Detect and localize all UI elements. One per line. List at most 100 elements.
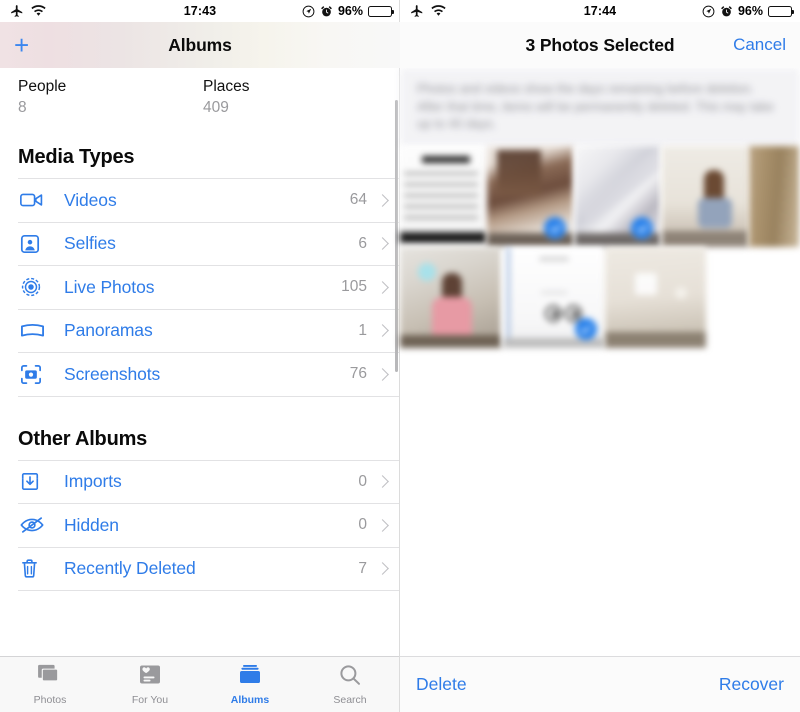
tab-label-photos: Photos: [33, 693, 67, 706]
photo-grid-row: [400, 146, 800, 247]
deletion-notice-banner: Photos and videos show the days remainin…: [400, 68, 800, 146]
status-bar-right: 17:44 96%: [400, 0, 800, 22]
album-count-hidden: 0: [358, 516, 367, 534]
recently-deleted-content: Photos and videos show the days remainin…: [400, 68, 800, 712]
album-label-hidden: Hidden: [64, 514, 119, 535]
album-row-videos[interactable]: Videos 64: [18, 179, 400, 223]
eye-slash-icon: [18, 516, 64, 534]
album-label-screenshots: Screenshots: [64, 363, 161, 384]
chevron-right-icon: [376, 280, 389, 294]
album-row-screenshots[interactable]: Screenshots 76: [18, 353, 400, 397]
dual-screenshot-container: 17:43 96% + Albums People 8 Places 409 M…: [0, 0, 800, 712]
stat-places[interactable]: Places 409: [185, 76, 250, 119]
photo-thumb-hallway-interior[interactable]: [487, 146, 574, 247]
stat-places-label: Places: [203, 78, 250, 95]
album-row-selfies[interactable]: Selfies 6: [18, 223, 400, 266]
album-label-recently-deleted: Recently Deleted: [64, 558, 196, 579]
battery-percent-label: 96%: [337, 4, 363, 18]
tab-label-for-you: For You: [131, 693, 169, 706]
albums-scroll-area[interactable]: People 8 Places 409 Media Types Videos 6…: [0, 68, 400, 712]
photo-thumb-white-fabric-closeup[interactable]: [574, 146, 661, 247]
chevron-right-icon: [376, 475, 389, 489]
stat-people-count: 8: [18, 99, 27, 116]
navbar-background: [0, 22, 400, 68]
photo-thumb-woman-pink-jacket[interactable]: [400, 247, 501, 348]
album-row-panoramas[interactable]: Panoramas 1: [18, 310, 400, 353]
albums-screen: 17:43 96% + Albums People 8 Places 409 M…: [0, 0, 400, 712]
album-label-selfies: Selfies: [64, 233, 116, 254]
battery-full-icon: [368, 5, 394, 17]
albums-folder-icon: [238, 664, 262, 691]
chevron-right-icon: [376, 324, 389, 338]
album-row-imports[interactable]: Imports 0: [18, 461, 400, 504]
add-album-button[interactable]: +: [14, 32, 29, 58]
album-label-imports: Imports: [64, 471, 122, 492]
deletion-notice-text: Photos and videos show the days remainin…: [417, 82, 774, 131]
tab-label-search: Search: [333, 693, 367, 706]
import-tray-icon: [18, 471, 64, 492]
photo-thumb-document-screenshot[interactable]: [400, 146, 486, 247]
chevron-right-icon: [376, 193, 389, 207]
live-photo-icon: [18, 276, 64, 298]
status-bar-right-icons: 96%: [302, 4, 394, 18]
photo-thumb-dried-grass-partial[interactable]: [749, 146, 799, 247]
media-types-list: Videos 64 Selfies 6 Live Photos 105 Pano…: [18, 178, 400, 397]
album-row-recently-deleted[interactable]: Recently Deleted 7: [18, 548, 400, 591]
selfie-portrait-icon: [18, 234, 64, 254]
vertical-scrollbar[interactable]: [395, 100, 398, 372]
status-bar-left: 17:43 96%: [0, 0, 400, 22]
album-count-imports: 0: [358, 472, 367, 490]
photo-grid: [400, 146, 800, 348]
album-row-hidden[interactable]: Hidden 0: [18, 504, 400, 548]
video-camera-icon: [18, 191, 64, 209]
panorama-icon: [18, 323, 64, 339]
stat-people[interactable]: People 8: [0, 76, 185, 119]
selection-check-icon[interactable]: [574, 318, 597, 340]
album-label-videos: Videos: [64, 189, 117, 210]
selection-check-icon[interactable]: [544, 217, 567, 239]
chevron-right-icon: [376, 237, 389, 251]
section-media-types: Media Types Videos 64 Selfies 6 Live Pho…: [0, 146, 400, 397]
section-title-other-albums: Other Albums: [18, 427, 148, 450]
photo-thumb-empty-room[interactable]: [605, 247, 706, 348]
album-count-videos: 64: [349, 191, 367, 209]
album-row-live-photos[interactable]: Live Photos 105: [18, 266, 400, 310]
album-label-live-photos: Live Photos: [64, 276, 155, 297]
status-bar-right-icons: 96%: [702, 4, 794, 18]
album-count-screenshots: 76: [349, 365, 367, 383]
tab-search[interactable]: Search: [300, 664, 400, 706]
tab-photos[interactable]: Photos: [0, 664, 100, 706]
tab-label-albums: Albums: [230, 693, 270, 706]
stat-places-count: 409: [203, 99, 229, 116]
alarm-icon: [720, 5, 733, 18]
selection-action-bar: Delete Recover: [400, 656, 800, 712]
cancel-button[interactable]: Cancel: [733, 35, 786, 55]
alarm-icon: [320, 5, 333, 18]
chevron-right-icon: [376, 518, 389, 532]
album-count-panoramas: 1: [358, 321, 367, 339]
albums-navbar: + Albums: [0, 22, 400, 68]
section-title-media-types: Media Types: [18, 146, 135, 168]
stat-people-label: People: [18, 78, 67, 95]
album-count-live-photos: 105: [341, 278, 367, 296]
chevron-right-icon: [376, 367, 389, 381]
for-you-heart-card-icon: [138, 664, 162, 691]
top-stats-row: People 8 Places 409: [0, 68, 400, 119]
battery-percent-label: 96%: [737, 4, 763, 18]
tab-for-you[interactable]: For You: [100, 664, 200, 706]
chevron-right-icon: [376, 562, 389, 576]
trash-icon: [18, 558, 64, 579]
battery-full-icon: [768, 5, 794, 17]
photos-icon: [37, 664, 63, 691]
album-count-selfies: 6: [358, 234, 367, 252]
bottom-tab-bar: Photos For You Albums Search: [0, 656, 400, 712]
photo-thumb-app-screenshot-eyes[interactable]: [502, 247, 604, 348]
tab-albums[interactable]: Albums: [200, 664, 300, 706]
photo-grid-row: [400, 247, 800, 348]
recover-button[interactable]: Recover: [719, 674, 784, 695]
section-other-albums: Other Albums Imports 0 Hidden 0 Recently…: [0, 427, 400, 591]
other-albums-list: Imports 0 Hidden 0 Recently Deleted 7: [18, 459, 400, 591]
delete-button[interactable]: Delete: [416, 674, 467, 695]
search-magnifier-icon: [338, 664, 362, 691]
photo-thumb-woman-sitting-by-wall[interactable]: [661, 146, 748, 247]
